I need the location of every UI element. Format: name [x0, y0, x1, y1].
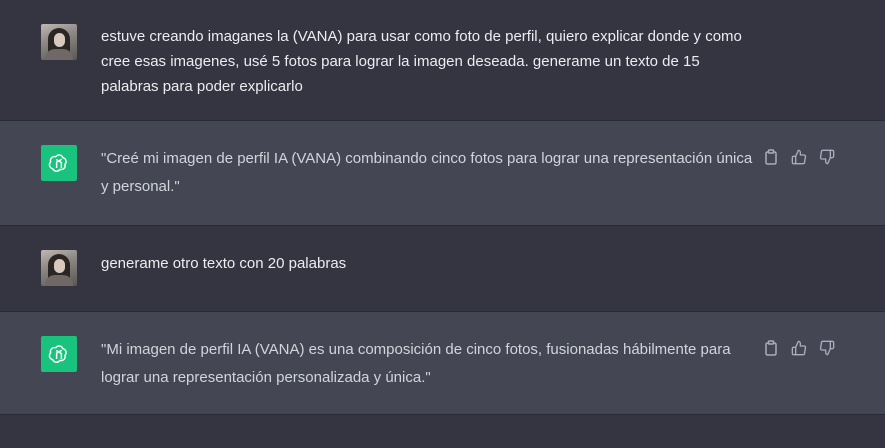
thumbs-up-icon[interactable]: [791, 149, 807, 165]
message-text: generame otro texto con 20 palabras: [101, 255, 347, 272]
thumbs-down-icon[interactable]: [819, 149, 835, 165]
assistant-message: "Creé mi imagen de perfil IA (VANA) comb…: [0, 121, 885, 226]
message-text: "Creé mi imagen de perfil IA (VANA) comb…: [101, 150, 757, 195]
user-avatar: [41, 24, 77, 60]
user-message: generame otro texto con 20 palabras: [0, 226, 885, 312]
copy-icon[interactable]: [763, 149, 779, 165]
user-message: estuve creando imaganes la (VANA) para u…: [0, 0, 885, 121]
message-actions: [763, 149, 835, 165]
message-actions: [763, 340, 835, 356]
message-text: estuve creando imaganes la (VANA) para u…: [101, 28, 747, 95]
openai-logo-icon: [41, 145, 77, 181]
assistant-message: "Mi imagen de perfil IA (VANA) es una co…: [0, 312, 885, 415]
thumbs-up-icon[interactable]: [791, 340, 807, 356]
copy-icon[interactable]: [763, 340, 779, 356]
user-avatar: [41, 250, 77, 286]
chat-thread: estuve creando imaganes la (VANA) para u…: [0, 0, 885, 448]
thumbs-down-icon[interactable]: [819, 340, 835, 356]
openai-logo-icon: [41, 336, 77, 372]
message-text: "Mi imagen de perfil IA (VANA) es una co…: [101, 341, 735, 386]
